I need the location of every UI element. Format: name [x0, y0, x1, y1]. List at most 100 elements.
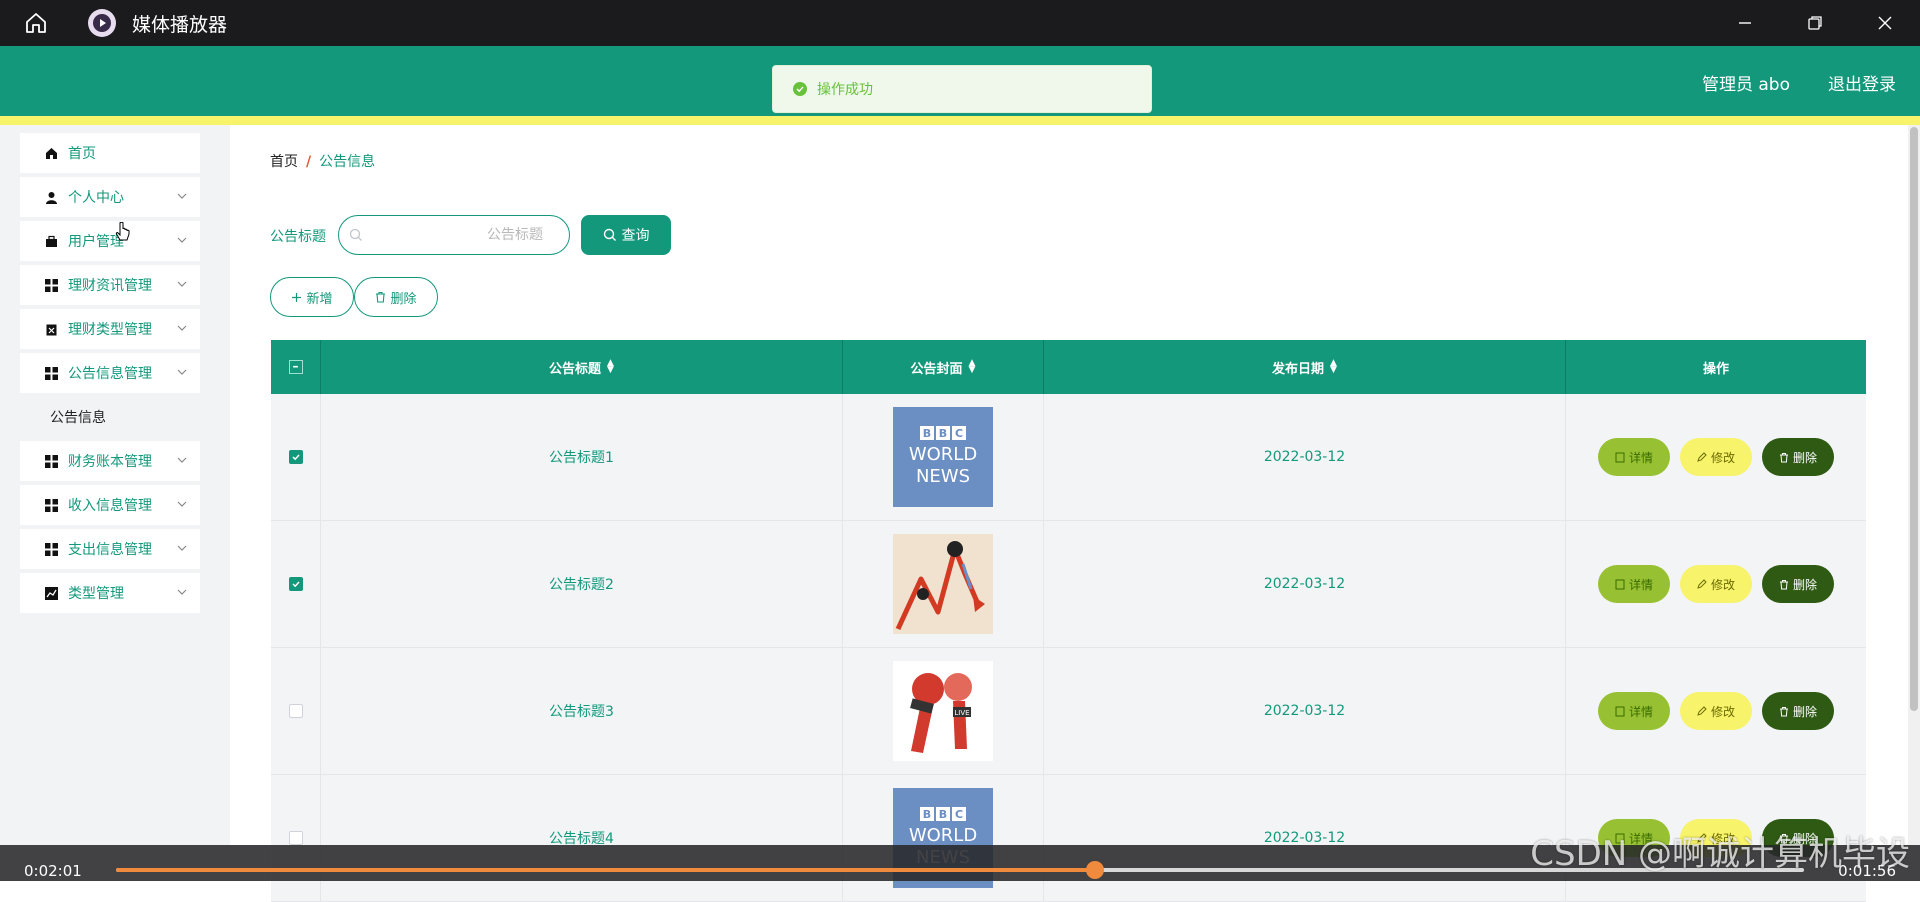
column-cover[interactable]: 公告封面 ▲ ▼	[843, 340, 1044, 394]
sidebar-item-label: 公告信息管理	[68, 366, 152, 382]
detail-button[interactable]: 详情	[1598, 692, 1670, 730]
document-icon	[1615, 452, 1625, 462]
close-button[interactable]	[1850, 0, 1920, 46]
row-cover-cell: BBC WORLD NEWS	[843, 775, 1044, 901]
plus-icon	[292, 292, 302, 302]
batch-delete-button[interactable]: 删除	[354, 277, 438, 317]
trash-icon	[1779, 579, 1788, 589]
sidebar-item-label: 支出信息管理	[68, 542, 152, 558]
seek-handle[interactable]	[1086, 861, 1105, 879]
restore-button[interactable]	[1780, 0, 1850, 46]
edit-button[interactable]: 修改	[1680, 438, 1752, 476]
delete-button[interactable]: 删除	[1762, 438, 1834, 476]
notice-table: – 公告标题 ▲ ▼ 公告封面 ▲ ▼ 发布日期 ▲ ▼ 操作 公告标题1 BBC WORL…	[271, 340, 1866, 902]
column-actions-label: 操作	[1702, 361, 1729, 377]
sidebar-item-ledger[interactable]: 财务账本管理	[20, 441, 200, 481]
row-checkbox[interactable]	[288, 450, 303, 464]
sidebar-item-users[interactable]: 用户管理	[20, 221, 200, 261]
edit-button-label: 修改	[1710, 704, 1735, 719]
trash-icon	[1779, 452, 1788, 462]
seek-progress	[116, 868, 1096, 872]
edit-button[interactable]: 修改	[1680, 692, 1752, 730]
query-button[interactable]: 查询	[581, 215, 671, 255]
sidebar-item-expense[interactable]: 支出信息管理	[20, 529, 200, 569]
delete-button[interactable]: 删除	[1762, 565, 1834, 603]
edit-button-label: 修改	[1710, 577, 1735, 592]
logout-link[interactable]: 退出登录	[1828, 70, 1896, 95]
delete-button[interactable]: 删除	[1762, 692, 1834, 730]
column-actions: 操作	[1566, 340, 1866, 394]
grid-icon	[44, 278, 58, 292]
breadcrumb-home[interactable]: 首页	[270, 154, 298, 170]
sidebar-item-finance-types[interactable]: 理财类型管理	[20, 309, 200, 349]
chevron-down-icon	[177, 237, 187, 243]
clipboard-icon	[44, 322, 58, 336]
column-date[interactable]: 发布日期 ▲ ▼	[1044, 340, 1566, 394]
main-content: 首页 / 公告信息 公告标题 查询 新增 删除 – 公告标题 ▲▼ 公告封面 ▲▼ 发布…	[230, 125, 1890, 902]
row-checkbox[interactable]	[288, 704, 303, 718]
trash-icon	[1779, 706, 1788, 716]
sidebar-item-label: 首页	[68, 146, 96, 162]
detail-button[interactable]: 详情	[1598, 565, 1670, 603]
sidebar-item-home[interactable]: 首页	[20, 133, 200, 173]
briefcase-icon	[44, 234, 58, 248]
row-actions: 详情 修改 删除	[1566, 521, 1866, 647]
delete-button-label: 删除	[1792, 450, 1817, 465]
cover-image[interactable]: BBC WORLD NEWS	[893, 407, 993, 507]
search-field[interactable]	[338, 215, 570, 255]
sidebar-item-label: 理财资讯管理	[68, 278, 152, 294]
bbc-logo-letter: B	[936, 426, 950, 440]
sidebar-item-income[interactable]: 收入信息管理	[20, 485, 200, 525]
close-icon	[1878, 16, 1892, 30]
minimize-button[interactable]	[1710, 0, 1780, 46]
sidebar-item-notices[interactable]: 公告信息管理	[20, 353, 200, 393]
cover-image[interactable]	[893, 534, 993, 634]
user-icon	[44, 190, 58, 204]
document-icon	[1615, 706, 1625, 716]
query-button-label: 查询	[621, 228, 650, 244]
breadcrumb-current: 公告信息	[319, 154, 376, 170]
sidebar-item-finance-news[interactable]: 理财资讯管理	[20, 265, 200, 305]
cover-text: NEWS	[915, 466, 971, 487]
row-actions: 详情 修改 删除	[1566, 648, 1866, 774]
toast-text: 操作成功	[817, 82, 873, 98]
row-title: 公告标题2	[321, 521, 843, 647]
home-button[interactable]	[0, 0, 72, 46]
edit-button[interactable]: 修改	[1680, 565, 1752, 603]
user-info[interactable]: 管理员 abo	[1702, 70, 1790, 95]
cover-image[interactable]: LIVE	[893, 661, 993, 761]
sidebar-item-category[interactable]: 类型管理	[20, 573, 200, 613]
sidebar-item-profile[interactable]: 个人中心	[20, 177, 200, 217]
row-actions: 详情 修改 删除	[1566, 394, 1866, 520]
chevron-down-icon	[177, 501, 187, 507]
vertical-scrollbar[interactable]	[1908, 125, 1920, 845]
row-checkbox[interactable]	[288, 577, 303, 591]
chevron-down-icon	[177, 325, 187, 331]
sidebar-subitem-notice-info[interactable]: 公告信息	[20, 397, 200, 437]
chevron-down-icon	[177, 589, 187, 595]
add-button-label: 新增	[306, 291, 333, 307]
row-checkbox[interactable]	[288, 831, 303, 845]
player-logo-icon	[88, 9, 116, 37]
add-button[interactable]: 新增	[270, 277, 354, 317]
search-icon	[603, 228, 616, 241]
cover-text: WORLD	[908, 444, 978, 465]
scrollbar-thumb[interactable]	[1910, 127, 1918, 711]
microphones-image: LIVE	[910, 673, 972, 753]
detail-button[interactable]: 详情	[1598, 438, 1670, 476]
restore-icon	[1808, 16, 1822, 30]
column-title[interactable]: 公告标题 ▲ ▼	[321, 340, 843, 394]
column-title-label: 公告标题	[549, 361, 602, 377]
row-date: 2022-03-12	[1044, 648, 1566, 774]
bbc-logo-letter: B	[920, 807, 934, 821]
chevron-down-icon	[177, 457, 187, 463]
select-all-checkbox[interactable]: –	[288, 360, 303, 374]
row-title: 公告标题1	[321, 394, 843, 520]
search-input[interactable]	[363, 227, 563, 243]
check-circle-icon	[793, 82, 807, 96]
live-badge-text: LIVE	[954, 709, 969, 717]
batch-delete-button-label: 删除	[390, 291, 417, 307]
row-select-cell	[271, 394, 321, 520]
row-select-cell	[271, 648, 321, 774]
search-icon	[349, 228, 362, 241]
